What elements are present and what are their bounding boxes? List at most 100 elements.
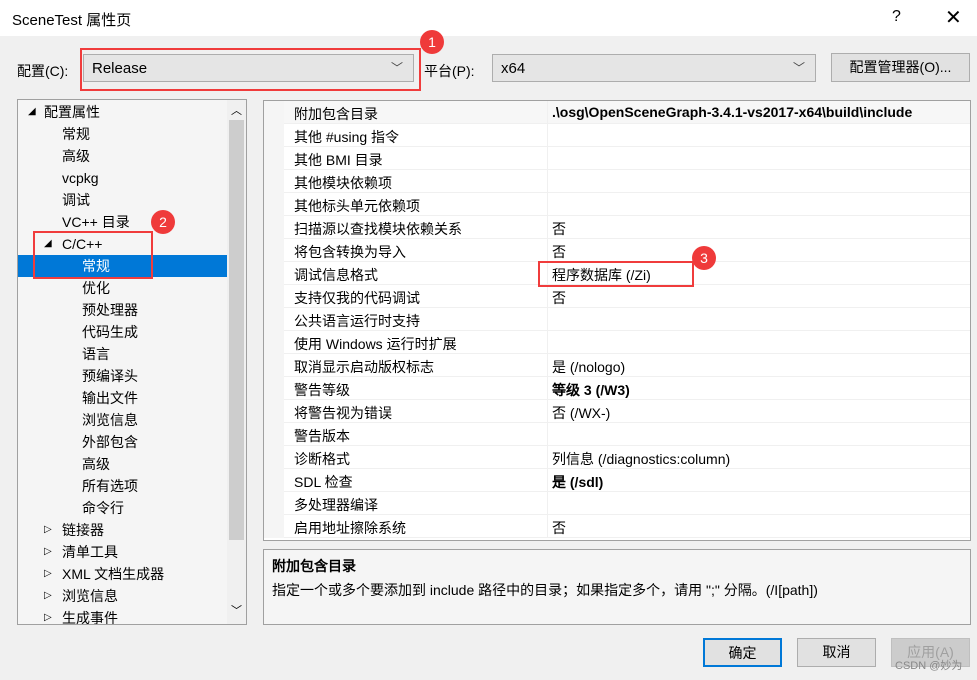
tree-item[interactable]: 所有选项 bbox=[18, 475, 228, 497]
property-name: 附加包含目录 bbox=[294, 106, 378, 122]
property-row[interactable]: 将警告视为错误 否 (/WX-) bbox=[264, 400, 970, 423]
collapse-arrow-icon[interactable]: ◢ bbox=[28, 101, 36, 123]
tree-item-label: 预编译头 bbox=[82, 368, 138, 384]
tree-item[interactable]: 预处理器 bbox=[18, 299, 228, 321]
tree-item[interactable]: 高级 bbox=[18, 453, 228, 475]
property-row[interactable]: 取消显示启动版权标志 是 (/nologo) bbox=[264, 354, 970, 377]
tree-item[interactable]: 浏览信息 bbox=[18, 409, 228, 431]
ok-button[interactable]: 确定 bbox=[703, 638, 782, 667]
tree-item-label: 预处理器 bbox=[82, 302, 138, 318]
tree-item[interactable]: 代码生成 bbox=[18, 321, 228, 343]
tree-item-label: 生成事件 bbox=[62, 610, 118, 625]
property-tree[interactable]: ◢ 配置属性 常规 高级 vcpkg 调试 VC++ 目录 ◢ C/C++ 常规 优化 预处理器 代码生… bbox=[17, 99, 247, 625]
window-title: SceneTest 属性页 bbox=[12, 12, 132, 29]
help-button[interactable]: ? bbox=[892, 8, 901, 26]
column-divider bbox=[547, 492, 548, 515]
tree-item[interactable]: ▷ 浏览信息 bbox=[18, 585, 228, 607]
property-value[interactable]: 否 bbox=[552, 288, 566, 308]
tree-item-label: 所有选项 bbox=[82, 478, 138, 494]
cancel-button[interactable]: 取消 bbox=[797, 638, 876, 667]
property-grid[interactable]: 附加包含目录 .\osg\OpenSceneGraph-3.4.1-vs2017-… bbox=[263, 100, 971, 541]
property-row[interactable]: 支持仅我的代码调试 否 bbox=[264, 285, 970, 308]
row-gutter bbox=[264, 446, 284, 469]
property-name: 警告等级 bbox=[294, 382, 350, 398]
annotation-box-2 bbox=[33, 231, 153, 279]
property-row[interactable]: 将包含转换为导入 否 bbox=[264, 239, 970, 262]
row-gutter bbox=[264, 515, 284, 538]
column-divider bbox=[547, 400, 548, 423]
expand-arrow-icon[interactable]: ▷ bbox=[44, 519, 52, 541]
tree-item[interactable]: ▷ 链接器 bbox=[18, 519, 228, 541]
property-value[interactable]: 列信息 (/diagnostics:column) bbox=[552, 449, 730, 469]
property-row[interactable]: 其他标头单元依赖项 bbox=[264, 193, 970, 216]
tree-scrollbar[interactable]: ︿ ﹀ bbox=[227, 100, 246, 624]
property-name: 扫描源以查找模块依赖关系 bbox=[294, 221, 462, 237]
tree-item-label: 浏览信息 bbox=[62, 588, 118, 604]
property-value[interactable]: 是 (/sdl) bbox=[552, 472, 603, 492]
property-value[interactable]: 是 (/nologo) bbox=[552, 357, 625, 377]
annotation-badge-2: 2 bbox=[151, 210, 175, 234]
property-row[interactable]: 扫描源以查找模块依赖关系 否 bbox=[264, 216, 970, 239]
tree-item-label: 输出文件 bbox=[82, 390, 138, 406]
row-gutter bbox=[264, 262, 284, 285]
property-row[interactable]: SDL 检查 是 (/sdl) bbox=[264, 469, 970, 492]
tree-item-label: 浏览信息 bbox=[82, 412, 138, 428]
property-value[interactable]: 等级 3 (/W3) bbox=[552, 380, 630, 400]
column-divider bbox=[547, 469, 548, 492]
chevron-down-icon: ﹀ bbox=[792, 61, 805, 75]
expand-arrow-icon[interactable]: ▷ bbox=[44, 541, 52, 563]
property-value[interactable]: .\osg\OpenSceneGraph-3.4.1-vs2017-x64\bu… bbox=[552, 104, 912, 120]
row-gutter bbox=[264, 101, 284, 124]
column-divider bbox=[547, 101, 548, 124]
scrollbar-thumb[interactable] bbox=[229, 120, 244, 540]
expand-arrow-icon[interactable]: ▷ bbox=[44, 585, 52, 607]
tree-item[interactable]: 语言 bbox=[18, 343, 228, 365]
expand-arrow-icon[interactable]: ▷ bbox=[44, 563, 52, 585]
property-value[interactable]: 否 bbox=[552, 518, 566, 538]
tree-item[interactable]: 命令行 bbox=[18, 497, 228, 519]
tree-item[interactable]: 优化 bbox=[18, 277, 228, 299]
expand-arrow-icon[interactable]: ▷ bbox=[44, 607, 52, 624]
property-row[interactable]: 使用 Windows 运行时扩展 bbox=[264, 331, 970, 354]
tree-item[interactable]: VC++ 目录 bbox=[18, 211, 228, 233]
property-row[interactable]: 警告等级 等级 3 (/W3) bbox=[264, 377, 970, 400]
scroll-down-icon[interactable]: ﹀ bbox=[231, 602, 242, 618]
description-title: 附加包含目录 bbox=[272, 558, 356, 574]
property-row[interactable]: 多处理器编译 bbox=[264, 492, 970, 515]
tree-item[interactable]: ▷ 清单工具 bbox=[18, 541, 228, 563]
property-row[interactable]: 其他 BMI 目录 bbox=[264, 147, 970, 170]
tree-item-label: 语言 bbox=[82, 346, 110, 362]
tree-item[interactable]: ▷ 生成事件 bbox=[18, 607, 228, 625]
tree-item[interactable]: ◢ 配置属性 bbox=[18, 101, 228, 123]
property-value[interactable]: 否 (/WX-) bbox=[552, 403, 610, 423]
tree-item-label: 链接器 bbox=[62, 522, 104, 538]
tree-item[interactable]: 调试 bbox=[18, 189, 228, 211]
property-name: 多处理器编译 bbox=[294, 497, 378, 513]
row-gutter bbox=[264, 193, 284, 216]
tree-item[interactable]: 高级 bbox=[18, 145, 228, 167]
property-name: 诊断格式 bbox=[294, 451, 350, 467]
property-row[interactable]: 其他 #using 指令 bbox=[264, 124, 970, 147]
property-row[interactable]: 公共语言运行时支持 bbox=[264, 308, 970, 331]
tree-item[interactable]: vcpkg bbox=[18, 167, 228, 189]
column-divider bbox=[547, 331, 548, 354]
tree-item[interactable]: 输出文件 bbox=[18, 387, 228, 409]
scroll-up-icon[interactable]: ︿ bbox=[231, 102, 242, 118]
tree-item[interactable]: 外部包含 bbox=[18, 431, 228, 453]
property-row[interactable]: 诊断格式 列信息 (/diagnostics:column) bbox=[264, 446, 970, 469]
property-row[interactable]: 启用地址擦除系统 否 bbox=[264, 515, 970, 538]
property-row[interactable]: 附加包含目录 .\osg\OpenSceneGraph-3.4.1-vs2017-… bbox=[264, 101, 970, 124]
annotation-box-1 bbox=[80, 48, 421, 91]
config-manager-button[interactable]: 配置管理器(O)... bbox=[831, 53, 970, 82]
tree-item[interactable]: 预编译头 bbox=[18, 365, 228, 387]
tree-item[interactable]: ▷ XML 文档生成器 bbox=[18, 563, 228, 585]
tree-item-label: 调试 bbox=[62, 192, 90, 208]
tree-item[interactable]: 常规 bbox=[18, 123, 228, 145]
platform-combobox[interactable]: x64 ﹀ bbox=[492, 54, 816, 82]
property-value[interactable]: 否 bbox=[552, 242, 566, 262]
property-value[interactable]: 否 bbox=[552, 219, 566, 239]
property-row[interactable]: 其他模块依赖项 bbox=[264, 170, 970, 193]
row-gutter bbox=[264, 492, 284, 515]
close-button[interactable]: ✕ bbox=[945, 5, 962, 30]
property-row[interactable]: 警告版本 bbox=[264, 423, 970, 446]
